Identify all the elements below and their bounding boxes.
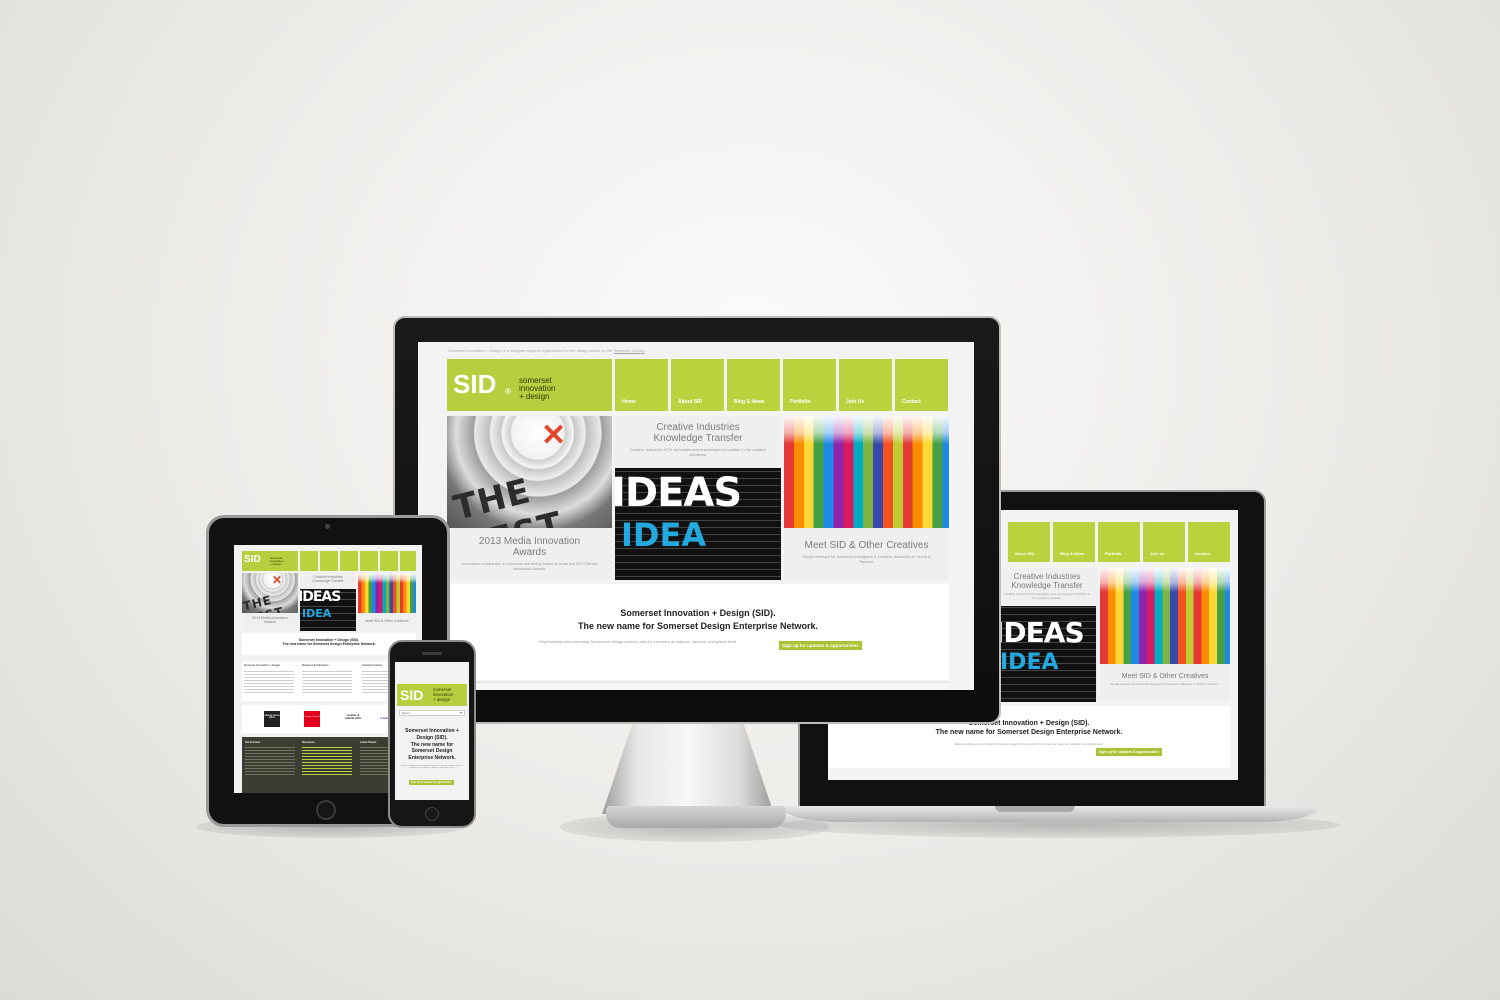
ipad-tile-cik[interactable]: Creative Industries Knowledge Transfer (300, 573, 356, 589)
iphone-speaker (422, 652, 442, 655)
imac-banner-line-2: The new name for Somerset Design Enterpr… (577, 621, 819, 631)
imac-footer-strip (447, 682, 949, 690)
laptop-nav-join[interactable]: Join Us (1143, 522, 1185, 562)
iphone-logo-block[interactable]: SID somerset innovation + design (397, 684, 467, 706)
imac-nav-join[interactable]: Join Us (839, 359, 892, 411)
imac-ideas-image: IDEAS IDEA (615, 468, 781, 580)
ipad-nav-5[interactable] (380, 551, 398, 571)
laptop-nav-portfolio[interactable]: Portfolio (1098, 522, 1140, 562)
imac-tile-meet[interactable]: Meet SID & Other Creatives Social meetup… (784, 528, 949, 580)
laptop-pencils-image (1100, 568, 1230, 664)
iphone-signup-button[interactable]: Sign up for updates & opportunities (409, 780, 454, 785)
ipad-pencils-image (358, 573, 416, 613)
imac-signup-button[interactable]: Sign up for updates & opportunities (779, 641, 862, 650)
ipad-logo-ccs[interactable]: creative & cultural skills (342, 711, 364, 727)
imac-base (606, 806, 786, 828)
imac-nav-blog[interactable]: Blog & News (727, 359, 780, 411)
laptop-ideas-image: IDEAS IDEA (996, 606, 1096, 702)
iphone-menu-select[interactable]: Menu ▾ (399, 710, 465, 716)
laptop-banner-line-2: The new name for Somerset Design Enterpr… (935, 729, 1123, 736)
imac-topbar: Somerset Innovation + Design is a design… (448, 348, 645, 353)
ipad-nav-4[interactable] (360, 551, 378, 571)
imac-tile-cik[interactable]: Creative Industries Knowledge Transfer C… (615, 416, 781, 468)
laptop-signup-button[interactable]: Sign up for updates & opportunities (1096, 748, 1162, 756)
ipad-col-3: Getting Involved (362, 664, 382, 667)
ipad-ideas-image: IDEAS IDEA (300, 589, 356, 631)
imac-nav-contact[interactable]: Contact (895, 359, 948, 411)
ipad-logo-dsw[interactable]: DESIGN SOUTH WEST (264, 711, 280, 727)
ipad-logo-design-council[interactable]: Design Council (304, 711, 320, 727)
laptop-notch (995, 806, 1075, 812)
chevron-down-icon: ▾ (459, 710, 462, 715)
ipad-nav-3[interactable] (340, 551, 358, 571)
imac-stand (602, 722, 774, 814)
imac-banner-text: Representing and promoting Somerset's de… (538, 639, 738, 644)
ipad-tile-award[interactable]: 2013 Media Innovation Awards (242, 613, 298, 631)
iphone-home-button[interactable] (425, 807, 439, 821)
imac-logo: SID (453, 369, 497, 399)
imac-banner-line-1: Somerset Innovation + Design (SID). (620, 608, 776, 618)
imac-pencils-image (784, 416, 949, 528)
laptop-tile-meet[interactable]: Meet SID & Other Creatives Social meetup… (1100, 664, 1230, 702)
laptop-nav-contact[interactable]: Contact (1188, 522, 1230, 562)
ipad-home-button[interactable] (316, 800, 336, 820)
imac-logo-block[interactable]: SID ® somerset innovation + design (447, 359, 612, 411)
ipad-nav-6[interactable] (400, 551, 416, 571)
ipad-tile-meet[interactable]: Meet SID & Other Creatives (358, 613, 416, 631)
imac-banner: Somerset Innovation + Design (SID). The … (447, 584, 949, 680)
laptop-nav-about[interactable]: About SID (1008, 522, 1050, 562)
imac-logo-mark: ® (505, 387, 511, 396)
ipad-logo-block[interactable]: SID somerset innovation + design (242, 551, 298, 571)
iphone-banner: Somerset Innovation + Design (SID). The … (401, 728, 463, 769)
imac-best-image: ✕ THE BEST (447, 416, 612, 528)
imac-nav-about[interactable]: About SID (671, 359, 724, 411)
imac-screen: Somerset Innovation + Design is a design… (418, 342, 974, 690)
imac-tagline-3: + design (519, 392, 550, 401)
imac-nav-home[interactable]: Home (615, 359, 668, 411)
laptop-banner-text: Representing and promoting Somerset's de… (954, 742, 1104, 746)
ipad-nav-1[interactable] (300, 551, 318, 571)
ipad-best-image: ✕ THE BEST (242, 573, 298, 613)
laptop-nav-blog[interactable]: Blog & News (1053, 522, 1095, 562)
imac-dart-icon: ✕ (541, 419, 567, 452)
ipad-col-2: Business & Education (302, 664, 329, 667)
ipad-nav-2[interactable] (320, 551, 338, 571)
imac-nav-portfolio[interactable]: Portfolio (783, 359, 836, 411)
imac-topbar-link[interactable]: Somerset County (614, 348, 645, 353)
ipad-col-1: Somerset Innovation + Design (244, 664, 280, 667)
ipad-camera (325, 524, 330, 529)
iphone-screen: SID somerset innovation + design Menu ▾ … (395, 662, 469, 800)
imac-tile-award[interactable]: 2013 Media Innovation Awards Innovative … (447, 528, 612, 580)
